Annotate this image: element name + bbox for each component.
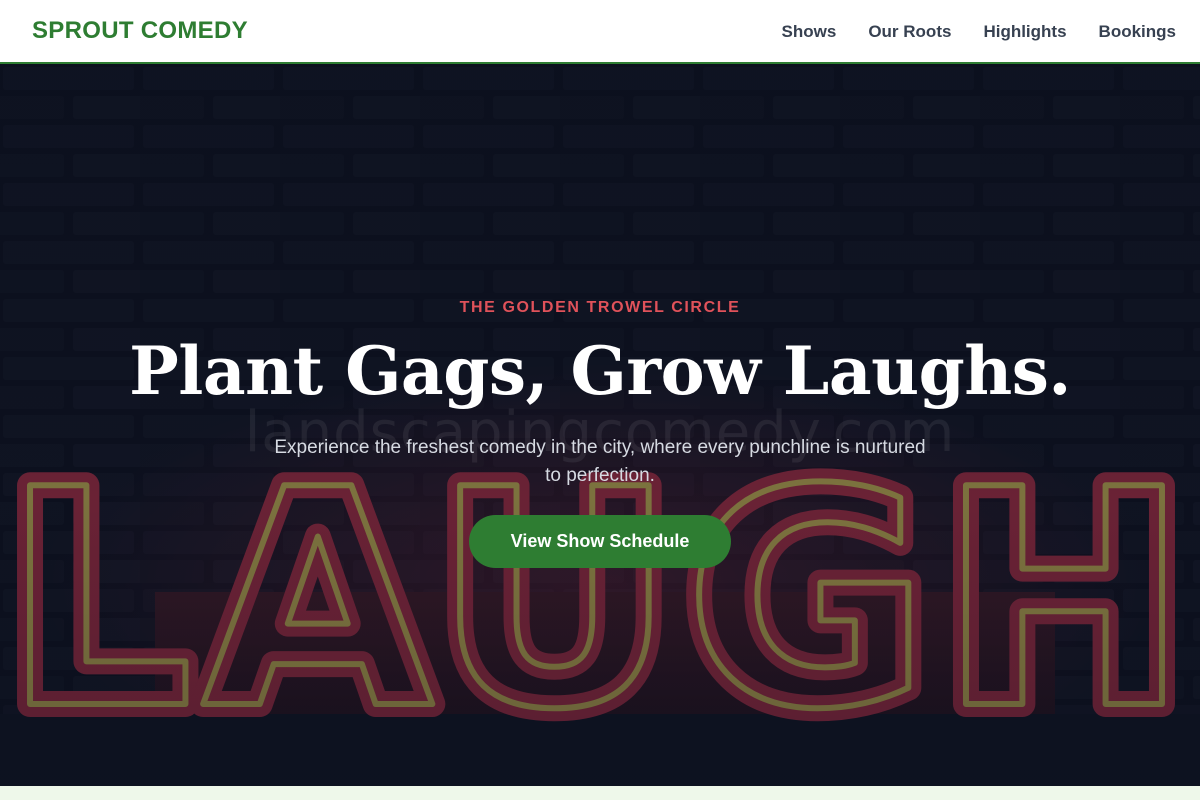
brand-logo[interactable]: SPROUT COMEDY <box>32 17 248 45</box>
site-header: SPROUT COMEDY Shows Our Roots Highlights… <box>0 0 1200 64</box>
nav-item-shows[interactable]: Shows <box>782 22 837 42</box>
nav-item-our-roots[interactable]: Our Roots <box>868 22 951 42</box>
main-nav: Shows Our Roots Highlights Bookings <box>782 22 1176 42</box>
hero-eyebrow: THE GOLDEN TROWEL CIRCLE <box>459 299 741 316</box>
hero-section: LAUGH LAUGH landscapingcomedy.com THE GO… <box>0 64 1200 786</box>
hero-subtext: Experience the freshest comedy in the ci… <box>274 437 926 486</box>
nav-item-bookings[interactable]: Bookings <box>1099 22 1176 42</box>
next-section-edge <box>0 786 1200 800</box>
nav-item-highlights[interactable]: Highlights <box>983 22 1066 42</box>
hero-headline: Plant Gags, Grow Laughs. <box>129 332 1071 410</box>
view-show-schedule-button[interactable]: View Show Schedule <box>469 515 731 568</box>
